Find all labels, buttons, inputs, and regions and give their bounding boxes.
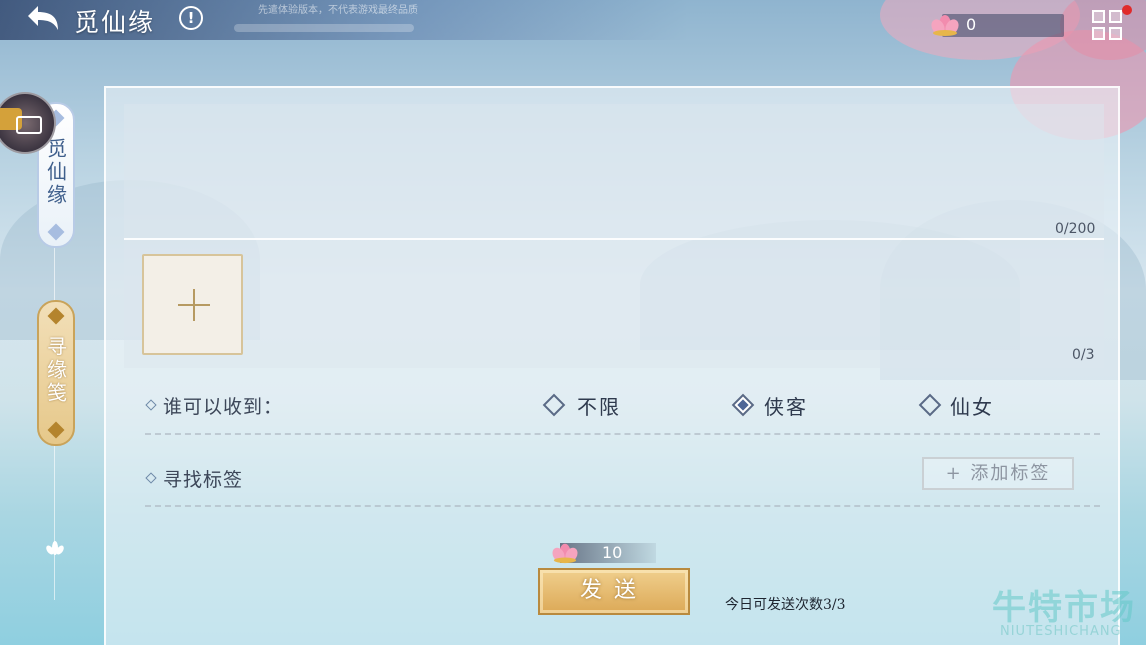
option-label: 仙女	[950, 395, 994, 419]
back-button[interactable]	[20, 2, 64, 36]
page-title: 觅仙缘	[74, 8, 156, 37]
menu-grid-button[interactable]	[1092, 10, 1124, 42]
option-label: 不限	[577, 395, 621, 419]
radio-diamond-icon	[542, 393, 566, 417]
recipient-option-xiannv[interactable]: 仙女	[918, 391, 1012, 419]
grid-icon	[1092, 10, 1105, 23]
tags-label: 寻找标签	[163, 469, 244, 491]
text-char-counter: 0/200	[1055, 221, 1096, 237]
image-counter: 0/3	[1072, 347, 1095, 363]
daily-send-limit: 今日可发送次数3/3	[725, 597, 846, 613]
radio-diamond-selected-icon	[731, 393, 755, 417]
recipient-label: 谁可以收到：	[163, 396, 284, 418]
row-divider	[145, 433, 1100, 435]
lotus-currency-icon	[552, 543, 578, 564]
info-icon[interactable]: !	[179, 6, 203, 30]
currency-value: 0	[966, 15, 977, 34]
camera-icon	[16, 116, 42, 134]
send-cost-value: 10	[602, 543, 623, 562]
title-decoration	[234, 24, 414, 32]
tab-xunyuanjian[interactable]: 寻缘笺	[37, 300, 75, 446]
tab-label: 寻缘笺	[43, 336, 68, 405]
notification-dot	[1122, 5, 1132, 15]
send-button[interactable]: 发送	[538, 568, 690, 615]
add-tag-button[interactable]: + 添加标签	[922, 457, 1074, 490]
build-disclaimer: 先遣体验版本，不代表游戏最终品质	[258, 5, 418, 16]
watermark-logo: 牛特市场	[992, 588, 1136, 628]
tab-label: 觅仙缘	[43, 138, 68, 207]
row-divider	[145, 505, 1100, 507]
recipient-option-any[interactable]: 不限	[542, 391, 636, 419]
radio-diamond-icon	[918, 393, 942, 417]
option-label: 侠客	[764, 395, 808, 419]
back-arrow-icon	[28, 6, 58, 30]
add-image-button[interactable]	[142, 254, 243, 355]
watermark-logo-en: NIUTESHICHANG	[1000, 624, 1122, 639]
lotus-ornament-icon	[46, 541, 64, 555]
currency-display	[942, 14, 1064, 37]
lotus-currency-icon	[931, 15, 959, 36]
image-upload-area	[124, 240, 1104, 368]
recipient-option-xiake[interactable]: 侠客	[731, 391, 825, 419]
tab-ornament-icon	[47, 307, 65, 325]
message-textarea[interactable]	[124, 104, 1104, 238]
